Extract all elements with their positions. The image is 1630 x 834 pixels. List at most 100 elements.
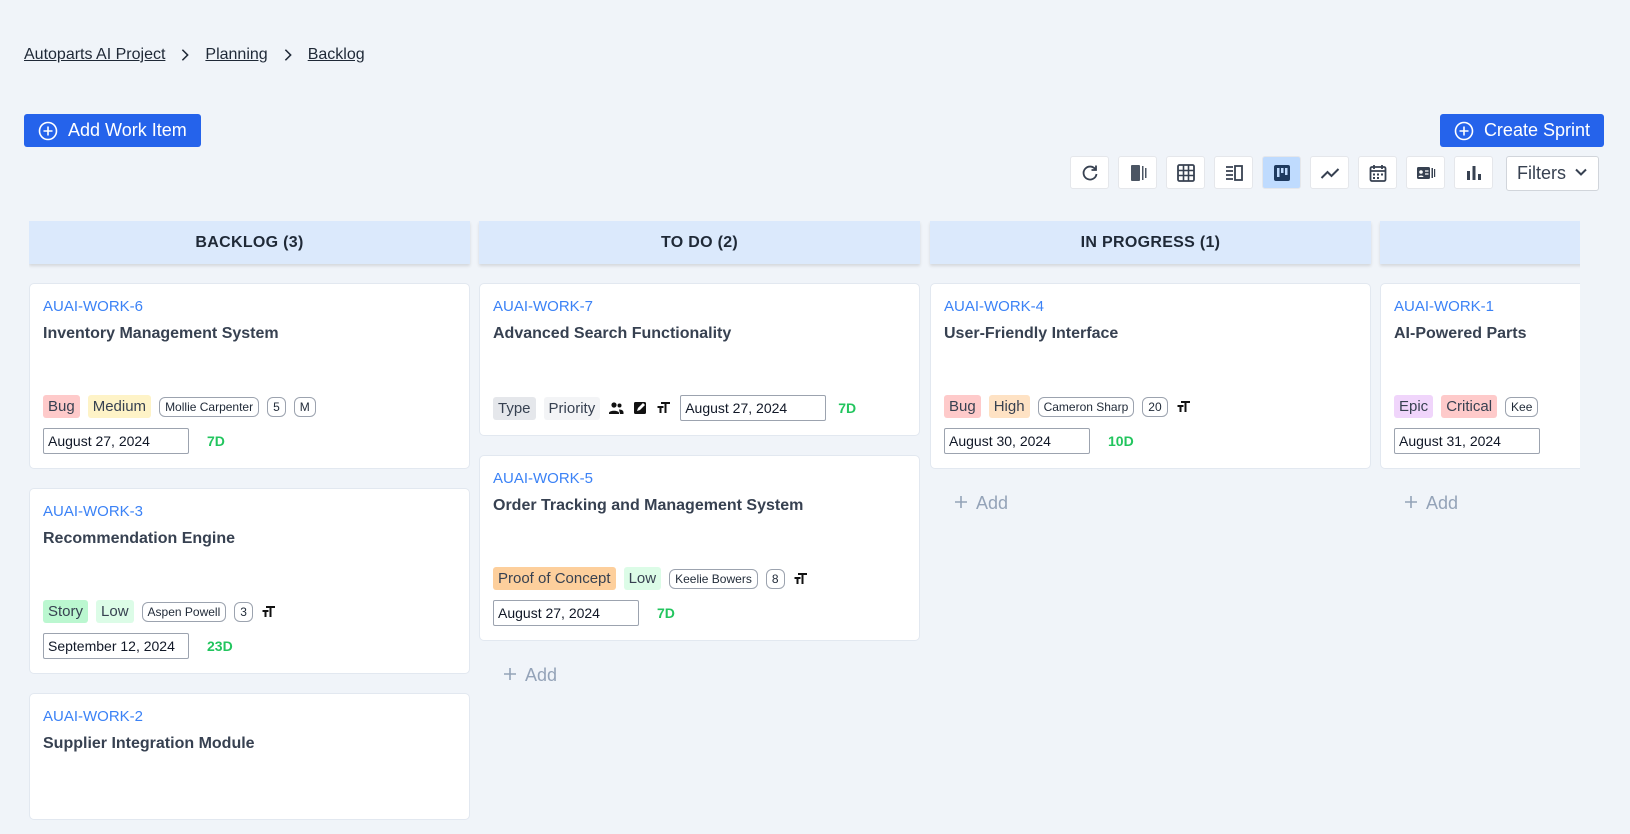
column-partial: AUAI-WORK-1 AI-Powered Parts Epic Critic… [1380, 221, 1580, 514]
due-date-input[interactable] [493, 600, 639, 626]
view-toolbar [1070, 156, 1493, 189]
story-points-pill[interactable]: 3 [234, 601, 253, 622]
work-item-id[interactable]: AUAI-WORK-1 [1394, 298, 1580, 315]
create-sprint-button[interactable]: Create Sprint [1439, 114, 1604, 147]
work-item-card[interactable]: AUAI-WORK-3 Recommendation Engine Story … [29, 488, 470, 674]
assignee-pill[interactable]: Kee [1505, 396, 1539, 417]
add-card-button[interactable]: Add [1380, 493, 1580, 514]
priority-tag[interactable]: Low [96, 600, 134, 623]
assignee-pill[interactable]: Mollie Carpenter [159, 396, 260, 417]
size-pill[interactable]: M [293, 396, 316, 417]
plus-icon [954, 493, 968, 514]
refresh-button[interactable] [1070, 156, 1109, 189]
work-item-title: Inventory Management System [43, 325, 279, 342]
story-points-pill[interactable]: 8 [765, 568, 785, 589]
priority-tag[interactable]: Priority [543, 396, 601, 420]
chevron-down-icon [1574, 163, 1588, 184]
column-backlog: BACKLOG (3) AUAI-WORK-6 Inventory Manage… [29, 221, 470, 834]
due-date-input[interactable] [43, 428, 189, 454]
breadcrumb-backlog[interactable]: Backlog [308, 46, 365, 64]
story-points-pill[interactable]: 20 [1142, 396, 1168, 417]
column-header: IN PROGRESS (1) [930, 221, 1371, 264]
work-item-id[interactable]: AUAI-WORK-3 [43, 503, 456, 520]
due-date-input[interactable] [680, 395, 827, 421]
priority-tag[interactable]: High [988, 395, 1030, 418]
add-label: Add [1426, 493, 1459, 513]
work-item-card[interactable]: AUAI-WORK-6 Inventory Management System … [29, 283, 470, 469]
column-in-progress: IN PROGRESS (1) AUAI-WORK-4 User-Friendl… [930, 221, 1371, 514]
work-item-title: AI-Powered Parts [1394, 325, 1527, 342]
chevron-right-icon [177, 47, 193, 63]
assignee-pill[interactable]: Cameron Sharp [1037, 396, 1135, 417]
kanban-view-button[interactable] [1262, 156, 1301, 189]
plus-circle-icon [38, 121, 58, 141]
kanban-board: BACKLOG (3) AUAI-WORK-6 Inventory Manage… [29, 221, 1580, 834]
due-date-input[interactable] [1394, 428, 1540, 454]
filters-button[interactable]: Filters [1506, 156, 1599, 191]
work-item-title: Supplier Integration Module [43, 735, 255, 752]
text-size-icon[interactable] [261, 604, 277, 620]
card-view-button[interactable] [1406, 156, 1445, 189]
text-size-icon[interactable] [793, 571, 809, 587]
due-date-input[interactable] [43, 633, 189, 659]
work-item-card[interactable]: AUAI-WORK-5 Order Tracking and Managemen… [479, 455, 920, 641]
type-tag[interactable]: Proof of Concept [493, 567, 616, 590]
work-item-id[interactable]: AUAI-WORK-2 [43, 708, 456, 725]
priority-tag[interactable]: Low [623, 567, 662, 590]
type-tag[interactable]: Story [43, 600, 89, 623]
type-tag[interactable]: Epic [1394, 395, 1434, 418]
list-view-icon [1225, 164, 1243, 181]
calendar-view-icon [1369, 164, 1386, 182]
assignee-pill[interactable]: Aspen Powell [141, 601, 227, 622]
plus-icon [503, 665, 517, 686]
plus-icon [1404, 493, 1418, 514]
days-remaining: 7D [838, 400, 857, 416]
grid-view-icon [1176, 163, 1195, 182]
text-size-icon[interactable] [656, 400, 672, 416]
work-item-id[interactable]: AUAI-WORK-4 [944, 298, 1357, 315]
work-item-card[interactable]: AUAI-WORK-7 Advanced Search Functionalit… [479, 283, 920, 436]
filters-label: Filters [1517, 163, 1566, 183]
trend-view-button[interactable] [1310, 156, 1349, 189]
breadcrumb: Autoparts AI Project Planning Backlog [24, 46, 365, 64]
work-item-title: Order Tracking and Management System [493, 497, 804, 514]
add-card-button[interactable]: Add [930, 493, 1371, 514]
priority-tag[interactable]: Critical [1441, 395, 1498, 418]
list-view-button[interactable] [1214, 156, 1253, 189]
plus-circle-icon [1454, 121, 1474, 141]
text-size-icon[interactable] [1176, 399, 1192, 415]
sprint-view-button[interactable] [1118, 156, 1157, 189]
add-card-button[interactable]: Add [479, 665, 920, 686]
sprint-view-icon [1130, 164, 1146, 181]
type-tag[interactable]: Bug [944, 395, 981, 418]
assignee-pill[interactable]: Keelie Bowers [669, 568, 758, 589]
breadcrumb-project[interactable]: Autoparts AI Project [24, 46, 165, 64]
add-work-item-button[interactable]: Add Work Item [24, 114, 201, 147]
priority-tag[interactable]: Medium [87, 395, 152, 418]
work-item-card[interactable]: AUAI-WORK-1 AI-Powered Parts Epic Critic… [1380, 283, 1580, 469]
assignee-icon[interactable] [608, 400, 624, 416]
grid-view-button[interactable] [1166, 156, 1205, 189]
story-points-icon[interactable] [632, 400, 648, 416]
breadcrumb-planning[interactable]: Planning [205, 46, 267, 64]
create-sprint-label: Create Sprint [1483, 120, 1590, 140]
column-header [1380, 221, 1580, 264]
column-to-do: TO DO (2) AUAI-WORK-7 Advanced Search Fu… [479, 221, 920, 686]
work-item-card[interactable]: AUAI-WORK-4 User-Friendly Interface Bug … [930, 283, 1371, 469]
type-tag[interactable]: Type [493, 396, 536, 420]
type-tag[interactable]: Bug [43, 395, 80, 418]
chevron-right-icon [280, 47, 296, 63]
days-remaining: 10D [1108, 433, 1134, 449]
work-item-id[interactable]: AUAI-WORK-5 [493, 470, 906, 487]
story-points-pill[interactable]: 5 [267, 396, 286, 417]
kanban-view-icon [1273, 164, 1290, 181]
refresh-icon [1082, 165, 1097, 180]
due-date-input[interactable] [944, 428, 1090, 454]
work-item-title: Recommendation Engine [43, 530, 236, 547]
card-view-icon [1416, 166, 1435, 179]
calendar-view-button[interactable] [1358, 156, 1397, 189]
work-item-id[interactable]: AUAI-WORK-6 [43, 298, 456, 315]
work-item-card[interactable]: AUAI-WORK-2 Supplier Integration Module [29, 693, 470, 820]
chart-view-button[interactable] [1454, 156, 1493, 189]
work-item-id[interactable]: AUAI-WORK-7 [493, 298, 906, 315]
